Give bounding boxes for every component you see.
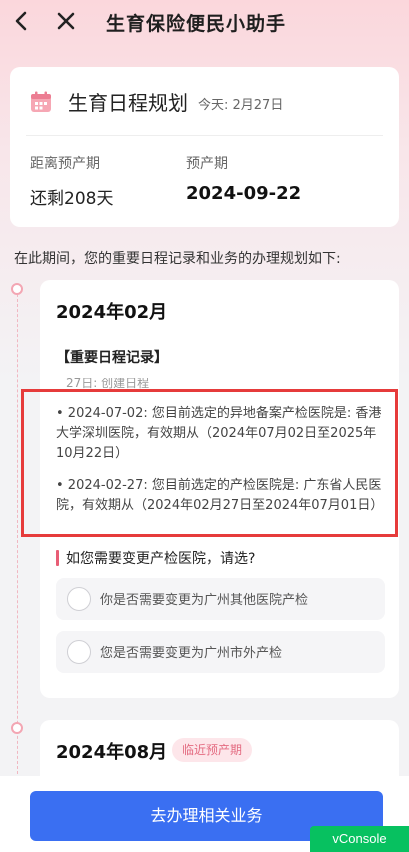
days-remaining-value: 还剩208天: [30, 189, 114, 209]
radio-button[interactable]: [67, 587, 91, 611]
days-remaining-label: 距离预产期: [30, 156, 100, 172]
schedule-summary-card: 生育日程规划 今天: 2月27日 距离预产期 预产期 还剩208天 2024-0…: [10, 67, 399, 227]
nav-bar: 生育保险便民小助手: [0, 0, 409, 44]
status-badge: 临近预产期: [172, 738, 253, 762]
timeline-dot: [11, 722, 23, 734]
page-title: 生育保险便民小助手: [106, 13, 287, 35]
intro-text: 在此期间，您的重要日程记录和业务的办理规划如下:: [14, 251, 341, 267]
option-guangzhou-other-hospital[interactable]: 你是否需要变更为广州其他医院产检: [56, 578, 385, 620]
timeline-line: [17, 294, 18, 774]
calendar-icon: [31, 91, 51, 112]
highlight-box: [21, 389, 398, 537]
due-date-label: 预产期: [186, 156, 228, 172]
option-label: 你是否需要变更为广州其他医院产检: [100, 593, 309, 608]
plan-title: 生育日程规划: [68, 91, 188, 115]
month-heading: 2024年08月: [56, 742, 168, 763]
divider: [26, 135, 383, 136]
section-title: 【重要日程记录】: [56, 350, 168, 366]
due-date-value: 2024-09-22: [186, 183, 302, 204]
radio-button[interactable]: [67, 640, 91, 664]
timeline-dot: [11, 283, 23, 295]
today-date: 今天: 2月27日: [198, 98, 284, 113]
accent-bar: [56, 550, 59, 566]
option-outside-guangzhou[interactable]: 您是否需要变更为广州市外产检: [56, 631, 385, 673]
close-icon[interactable]: [56, 11, 76, 31]
month-card-aug: 2024年08月 临近预产期: [40, 720, 399, 780]
month-heading: 2024年02月: [56, 302, 168, 323]
change-hospital-prompt: 如您需要变更产检医院，请选?: [66, 551, 256, 567]
vconsole-button[interactable]: vConsole: [310, 826, 409, 852]
option-label: 您是否需要变更为广州市外产检: [100, 646, 283, 661]
back-icon[interactable]: [12, 10, 32, 32]
